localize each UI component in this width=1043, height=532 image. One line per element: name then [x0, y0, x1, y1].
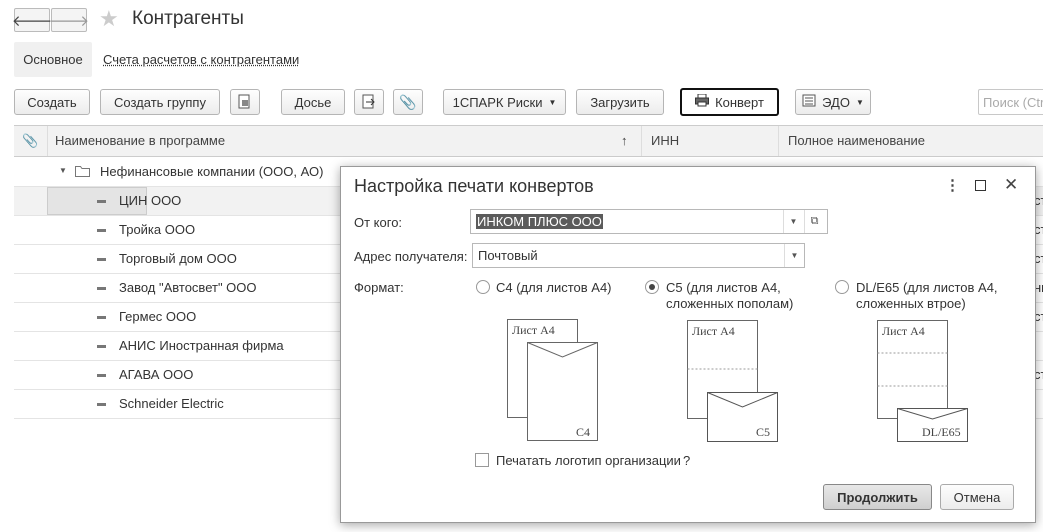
star-icon[interactable]: ★ [99, 6, 119, 32]
group-label: Нефинансовые компании (ООО, АО) [100, 164, 324, 179]
edo-label: ЭДО [822, 94, 850, 110]
row-name: ЦИН ООО [119, 193, 182, 208]
column-inn[interactable]: ИНН [642, 126, 779, 156]
back-button[interactable]: 🡐 [11, 8, 53, 32]
address-label: Адрес получателя: [354, 249, 468, 264]
attachment-column-icon[interactable]: 📎 [14, 126, 48, 156]
chevron-down-icon: ▼ [790, 251, 799, 260]
env-c4-label: C4 [576, 425, 590, 439]
envelope-label: Конверт [715, 94, 764, 110]
cancel-button[interactable]: Отмена [940, 484, 1014, 510]
column-name[interactable]: Наименование в программе ↑ [48, 126, 642, 156]
tab-main[interactable]: Основное [14, 42, 92, 77]
address-value: Почтовый [478, 248, 538, 263]
arrow-right-icon: 🡒 [48, 12, 90, 30]
more-vertical-icon[interactable]: ⋮ [945, 176, 960, 194]
folder-icon [75, 166, 90, 177]
edo-button[interactable]: ЭДО ▼ [795, 89, 871, 115]
attach-button[interactable]: 📎 [393, 89, 423, 115]
edo-icon [802, 94, 816, 110]
address-select[interactable]: Почтовый ▼ [472, 243, 805, 268]
paperclip-icon: 📎 [399, 93, 417, 110]
row-name: Тройка ООО [119, 222, 196, 237]
copy-doc-icon [238, 94, 250, 109]
maximize-icon[interactable] [975, 180, 986, 191]
chevron-down-icon: ▼ [789, 217, 798, 226]
open-window-icon: ⧉ [810, 215, 819, 227]
item-icon [97, 345, 106, 348]
format-c5-radio[interactable] [645, 280, 659, 294]
sort-up-icon: ↑ [621, 133, 628, 148]
copy-button[interactable] [230, 89, 260, 115]
format-c4-radio[interactable] [476, 280, 490, 294]
env-dl-label: DL/E65 [922, 425, 961, 439]
c4-envelope-illustration: Лист А4 C4 [507, 319, 598, 441]
format-c5-label-line1: C5 (для листов A4, [666, 280, 781, 295]
row-name: Торговый дом ООО [119, 251, 237, 266]
forward-button[interactable]: 🡒 [48, 8, 90, 32]
format-dl-label-line2: сложенных втрое) [856, 296, 966, 311]
item-icon [97, 258, 106, 261]
print-logo-label: Печатать логотип организации [496, 453, 681, 468]
item-icon [97, 374, 106, 377]
c5-envelope-illustration: Лист А4 C5 [687, 320, 778, 442]
spark-label: 1СПАРК Риски [452, 94, 543, 110]
chevron-down-icon: ▼ [855, 97, 864, 107]
create-group-button[interactable]: Создать группу [100, 89, 220, 115]
env-c5-label: C5 [756, 425, 770, 439]
row-name: АНИС Иностранная фирма [119, 338, 284, 353]
address-dropdown-button[interactable]: ▼ [784, 244, 804, 267]
sheet-label: Лист А4 [882, 324, 925, 338]
report-arrow-icon [362, 94, 375, 109]
format-dl-label-line1: DL/E65 (для листов A4, [856, 280, 998, 295]
item-icon [97, 287, 106, 290]
row-name: Завод "Автосвет" ООО [119, 280, 257, 295]
format-dl-radio[interactable] [835, 280, 849, 294]
printer-icon [695, 93, 710, 110]
dossier-button[interactable]: Досье [281, 89, 345, 115]
close-icon[interactable]: ✕ [1004, 175, 1018, 195]
row-name: Гермес ООО [119, 309, 197, 324]
sheet-label: Лист А4 [692, 324, 735, 338]
from-field[interactable]: ИНКОМ ПЛЮС ООО ▼ ⧉ [470, 209, 828, 234]
report-button[interactable] [354, 89, 384, 115]
envelope-button[interactable]: Конверт [680, 88, 779, 116]
column-full-name[interactable]: Полное наименование [779, 126, 1043, 156]
row-name: АГАВА ООО [119, 367, 194, 382]
spark-risks-button[interactable]: 1СПАРК Риски ▼ [443, 89, 566, 115]
page-title: Контрагенты [132, 8, 244, 29]
chevron-down-icon: ▼ [548, 97, 557, 107]
item-icon [97, 403, 106, 406]
sheet-label: Лист А4 [512, 323, 555, 337]
row-name: Schneider Electric [119, 396, 224, 411]
expand-triangle-icon[interactable]: ▼ [59, 166, 67, 175]
help-icon[interactable]: ? [683, 453, 690, 468]
from-label: От кого: [354, 215, 403, 230]
dl-envelope-illustration: Лист А4 DL/E65 [877, 320, 968, 442]
format-label: Формат: [354, 280, 404, 295]
format-c4-label: C4 (для листов A4) [496, 280, 612, 295]
from-dropdown-button[interactable]: ▼ [783, 210, 803, 233]
envelope-print-dialog: Настройка печати конвертов ⋮ ✕ От кого: … [340, 166, 1036, 523]
open-link-button[interactable]: ⧉ [804, 210, 824, 233]
dialog-title: Настройка печати конвертов [354, 176, 594, 196]
print-logo-checkbox[interactable] [475, 453, 489, 467]
format-c5-label-line2: сложенных пополам) [666, 296, 794, 311]
search-input[interactable]: Поиск (Ctrl+F) [978, 89, 1043, 115]
continue-button[interactable]: Продолжить [823, 484, 932, 510]
table-header: 📎 Наименование в программе ↑ ИНН Полное … [14, 125, 1043, 157]
tab-accounts-link[interactable]: Счета расчетов с контрагентами [103, 52, 299, 67]
item-icon [97, 200, 106, 203]
item-icon [97, 229, 106, 232]
arrow-left-icon: 🡐 [11, 12, 53, 30]
item-icon [97, 316, 106, 319]
create-button[interactable]: Создать [14, 89, 90, 115]
column-name-label: Наименование в программе [55, 133, 226, 148]
load-button[interactable]: Загрузить [576, 89, 664, 115]
from-value: ИНКОМ ПЛЮС ООО [476, 214, 603, 229]
